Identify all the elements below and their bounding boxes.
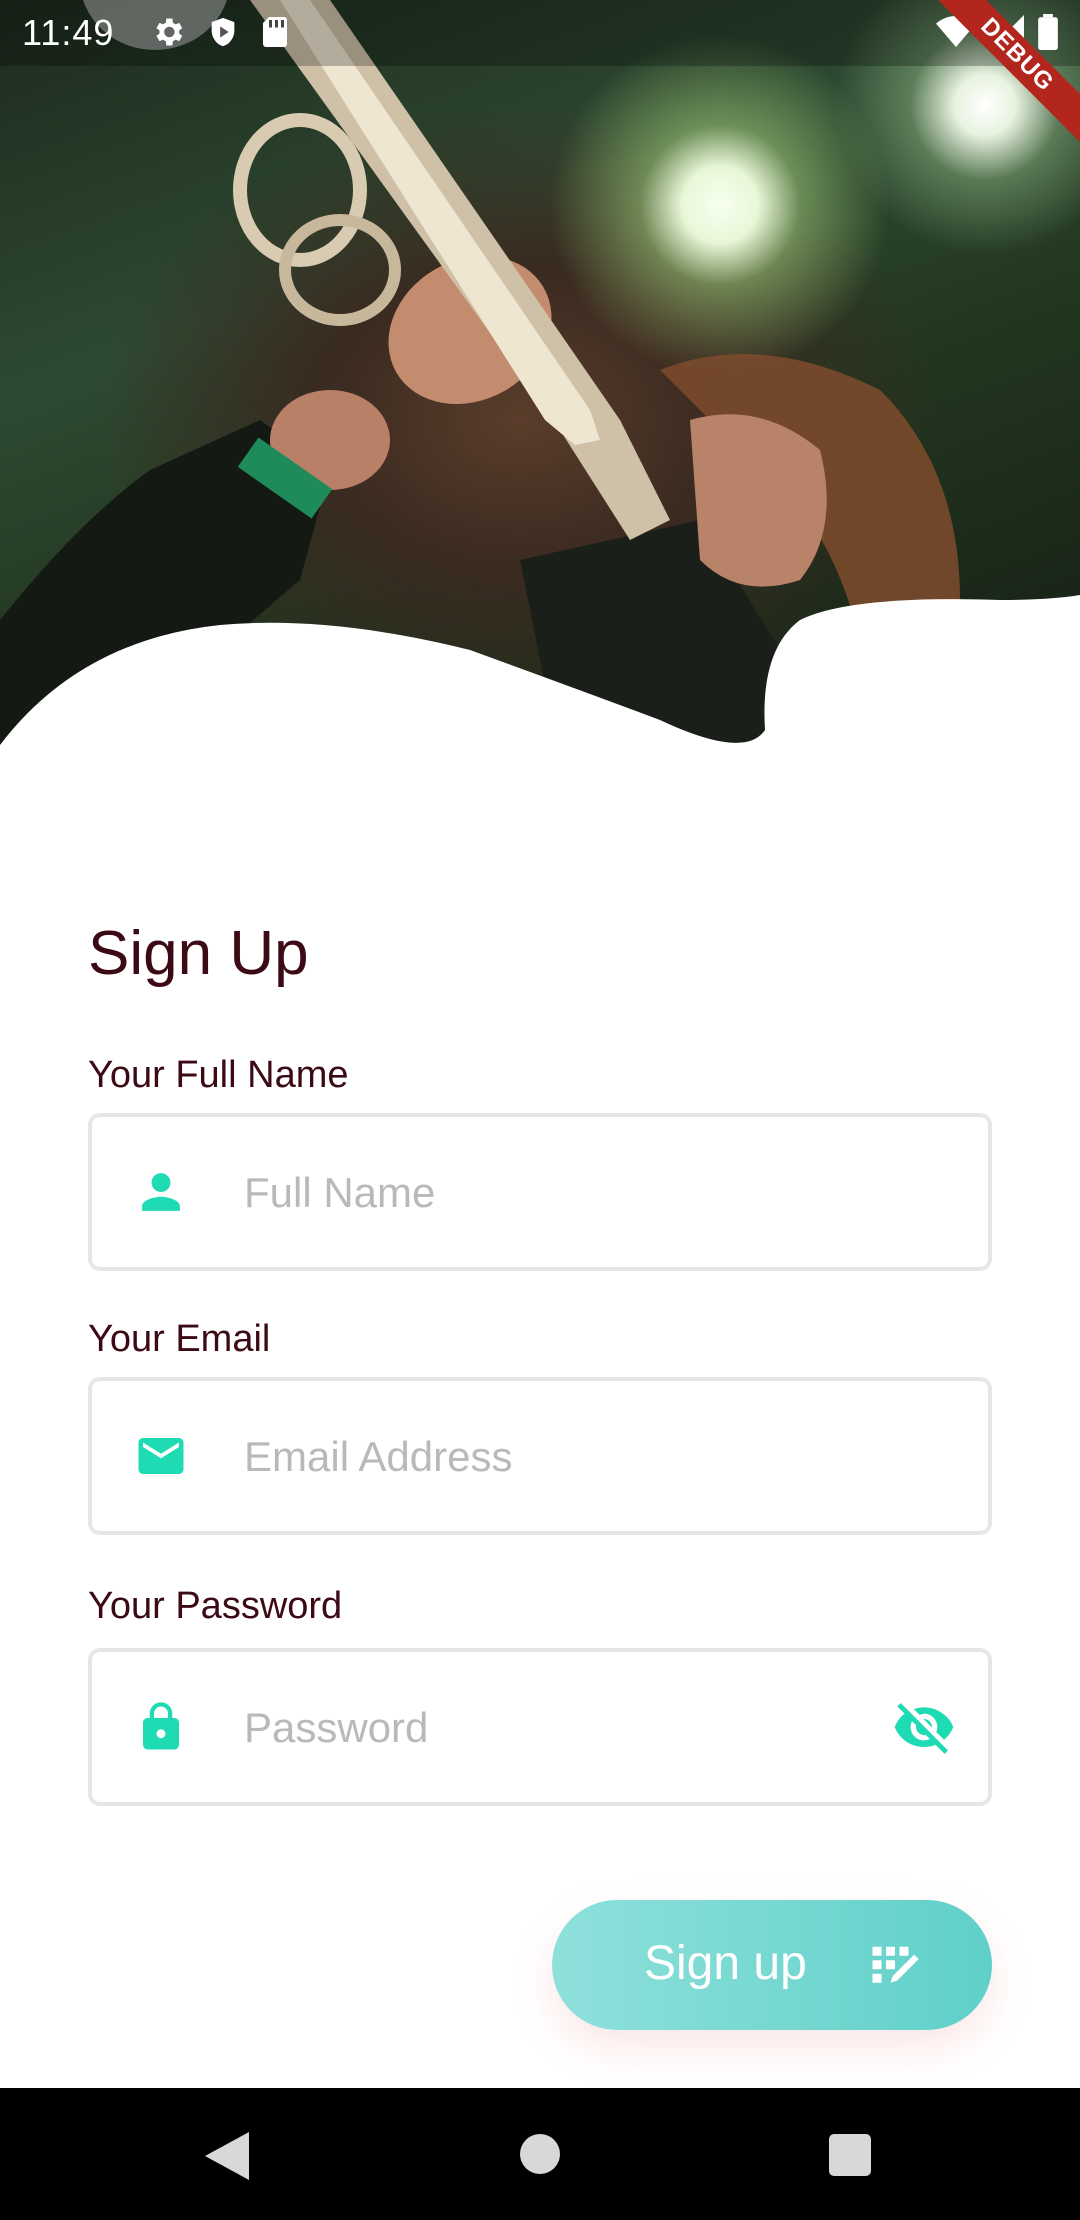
home-icon[interactable] bbox=[520, 2134, 560, 2174]
mail-icon bbox=[138, 1438, 184, 1474]
email-label: Your Email bbox=[88, 1318, 271, 1360]
status-bar: 11:49 bbox=[0, 0, 1080, 66]
battery-icon bbox=[1038, 14, 1058, 50]
person-icon bbox=[142, 1173, 180, 1211]
status-time: 11:49 bbox=[22, 12, 115, 53]
password-field[interactable] bbox=[88, 1648, 992, 1806]
settings-icon bbox=[156, 18, 183, 46]
eye-off-icon[interactable] bbox=[892, 1695, 956, 1759]
sign-up-button-label: Sign up bbox=[644, 1937, 807, 1990]
password-label: Your Password bbox=[88, 1585, 343, 1627]
full-name-label: Your Full Name bbox=[88, 1054, 349, 1096]
page-title: Sign Up bbox=[88, 919, 309, 988]
full-name-input[interactable] bbox=[242, 1117, 806, 1269]
lock-icon bbox=[143, 1702, 179, 1750]
edit-note-icon bbox=[872, 1946, 919, 1983]
sd-card-icon bbox=[263, 17, 287, 47]
email-input[interactable] bbox=[242, 1381, 806, 1533]
sign-up-button[interactable]: Sign up bbox=[552, 1900, 992, 2030]
back-icon[interactable] bbox=[205, 2132, 249, 2180]
header-photo bbox=[0, 0, 1080, 760]
full-name-field[interactable] bbox=[88, 1113, 992, 1271]
navigation-bar bbox=[0, 2088, 1080, 2220]
email-field[interactable] bbox=[88, 1377, 992, 1535]
shield-play-icon bbox=[211, 17, 235, 47]
recents-icon[interactable] bbox=[829, 2134, 871, 2176]
status-icons-left bbox=[150, 14, 290, 50]
password-input[interactable] bbox=[242, 1652, 806, 1804]
trumpet-player-illustration bbox=[0, 0, 1080, 760]
